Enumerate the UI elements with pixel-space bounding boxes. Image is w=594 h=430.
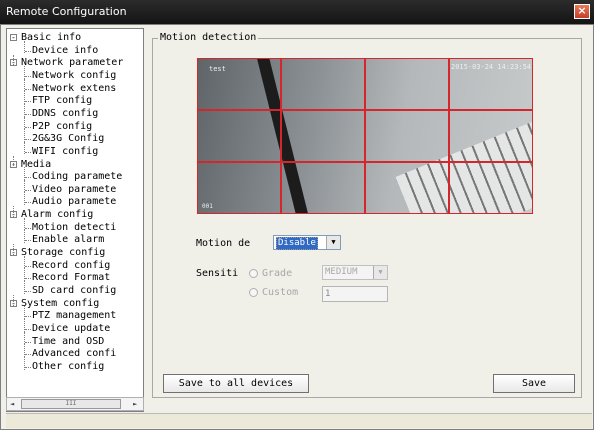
tree-connector	[25, 88, 31, 90]
tree-item[interactable]: Motion detecti	[32, 222, 116, 234]
tree-item[interactable]: FTP config	[32, 95, 92, 107]
tree-item[interactable]: Device update	[32, 323, 110, 335]
scroll-right-icon[interactable]: ►	[133, 400, 137, 408]
collapse-icon[interactable]: -	[10, 34, 17, 42]
motion-grid-cell[interactable]	[197, 162, 281, 214]
tree-item[interactable]: 2G&3G Config	[32, 133, 104, 145]
title-bar: Remote Configuration ×	[0, 0, 594, 24]
tree-group-item[interactable]: Storage config	[21, 247, 105, 259]
tree-item[interactable]: Network config	[32, 70, 116, 82]
tree-group-item[interactable]: System config	[21, 298, 99, 310]
tree-connector	[13, 206, 14, 218]
motion-grid-cell[interactable]	[449, 162, 533, 214]
tree-item[interactable]: PTZ management	[32, 310, 116, 322]
close-icon: ×	[577, 4, 587, 17]
tree-connector	[13, 295, 14, 306]
tree-connector	[25, 227, 31, 229]
tree-horizontal-scrollbar[interactable]: ◄ III ►	[6, 397, 144, 411]
group-title: Motion detection	[158, 32, 259, 43]
tree-item[interactable]: Video paramete	[32, 184, 116, 196]
grade-radio[interactable]	[249, 269, 258, 278]
tree-item[interactable]: Advanced confi	[32, 348, 116, 360]
tree-item[interactable]: Audio paramete	[32, 196, 116, 208]
tree-connector	[13, 244, 14, 256]
tree-connector	[25, 50, 31, 52]
tree-connector	[25, 366, 31, 368]
tree-item[interactable]: Coding paramete	[32, 171, 122, 183]
tree-connector	[13, 155, 14, 167]
tree-item[interactable]: Time and OSD	[32, 336, 104, 348]
tree-connector	[25, 151, 31, 153]
motion-grid-cell[interactable]	[365, 58, 449, 110]
tree-connector	[25, 75, 31, 77]
tree-group-item[interactable]: Alarm config	[21, 209, 93, 221]
tree-connector	[25, 189, 31, 191]
tree-group-item[interactable]: Network parameter	[21, 57, 123, 69]
grip-icon: III	[65, 400, 77, 407]
tree-connector	[25, 240, 31, 242]
tree-item[interactable]: P2P config	[32, 121, 92, 133]
tree-group-item[interactable]: Basic info	[21, 32, 81, 44]
tree-item[interactable]: Network extens	[32, 83, 116, 95]
tree-connector	[25, 291, 31, 292]
tree-connector	[25, 113, 31, 115]
motion-grid-cell[interactable]	[281, 110, 365, 162]
motion-grid-cell[interactable]	[365, 162, 449, 214]
chevron-down-icon[interactable]: ▼	[326, 236, 340, 249]
custom-label: Custom	[262, 287, 299, 298]
tree-group-item[interactable]: Media	[21, 159, 51, 171]
tree-connector	[25, 341, 31, 343]
tree-connector	[25, 316, 31, 318]
tree-connector	[25, 126, 31, 128]
motion-detection-select[interactable]: Disable ▼	[273, 235, 341, 250]
motion-grid-cell[interactable]	[197, 58, 281, 110]
tree-connector	[25, 354, 31, 356]
tree-connector	[13, 54, 14, 66]
tree-connector	[25, 328, 31, 330]
motion-grid-cell[interactable]	[365, 110, 449, 162]
tree-item[interactable]: DDNS config	[32, 108, 98, 120]
motion-detection-label: Motion de	[196, 238, 251, 249]
config-tree[interactable]: - Basic info Device info - Network parameter…	[6, 28, 144, 412]
window-title: Remote Configuration	[6, 5, 127, 18]
tree-connector	[25, 177, 31, 179]
tree-item[interactable]: Other config	[32, 361, 104, 373]
tree-item[interactable]: Record Format	[32, 272, 110, 284]
tree-connector	[25, 101, 31, 103]
motion-grid-cell[interactable]	[449, 110, 533, 162]
tree-item[interactable]: WIFI config	[32, 146, 98, 158]
save-to-all-devices-button[interactable]: Save to all devices	[163, 374, 309, 393]
sensitivity-label: Sensiti	[196, 268, 239, 279]
motion-grid-cell[interactable]	[281, 58, 365, 110]
video-preview[interactable]: test 2015-03-24 14:23:54 001	[197, 58, 533, 214]
tree-connector	[25, 202, 31, 204]
tree-item[interactable]: Device info	[32, 45, 98, 57]
custom-value-input[interactable]: 1	[322, 286, 388, 302]
tree-item[interactable]: SD card config	[32, 285, 116, 297]
custom-radio[interactable]	[249, 288, 258, 297]
chevron-down-icon[interactable]: ▼	[373, 266, 387, 279]
tree-connector	[25, 139, 31, 141]
motion-detection-value: Disable	[276, 237, 318, 250]
tree-item[interactable]: Record config	[32, 260, 110, 272]
tree-connector	[25, 278, 31, 280]
motion-grid-cell[interactable]	[281, 162, 365, 214]
motion-grid-cell[interactable]	[197, 110, 281, 162]
scrollbar-thumb[interactable]: III	[21, 399, 121, 409]
save-button[interactable]: Save	[493, 374, 575, 393]
grade-label: Grade	[262, 268, 293, 279]
status-bar	[6, 413, 592, 428]
tree-item[interactable]: Enable alarm	[32, 234, 104, 246]
close-button[interactable]: ×	[574, 4, 590, 19]
tree-connector	[25, 265, 31, 267]
grade-value: MEDIUM	[325, 267, 358, 277]
grade-select[interactable]: MEDIUM ▼	[322, 265, 388, 280]
motion-grid-cell[interactable]	[449, 58, 533, 110]
scroll-left-icon[interactable]: ◄	[10, 400, 14, 408]
